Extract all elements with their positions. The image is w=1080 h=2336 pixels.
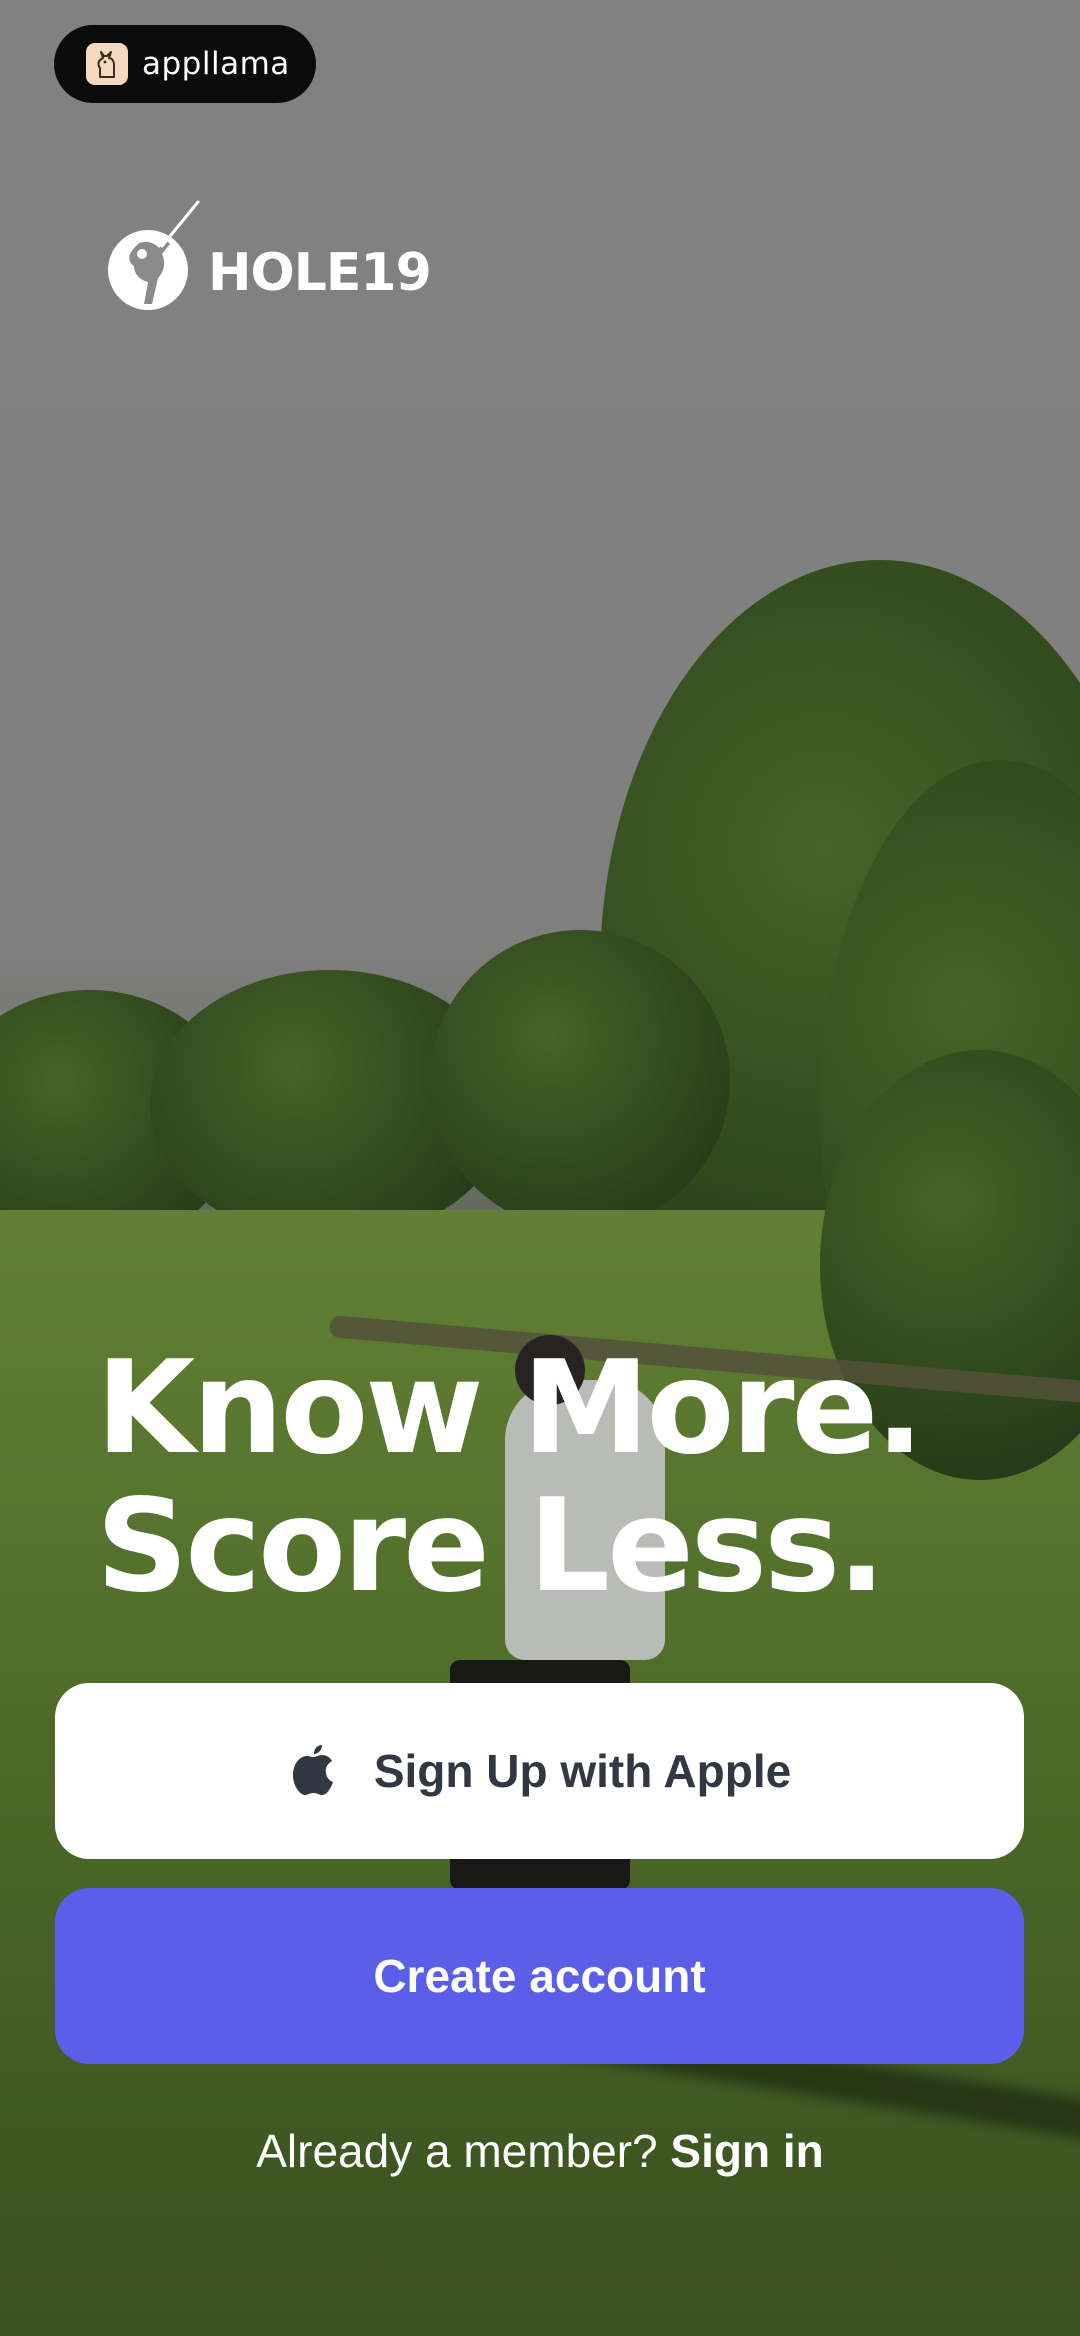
sign-up-with-apple-button[interactable]: Sign Up with Apple xyxy=(55,1683,1024,1859)
appllama-badge: appllama xyxy=(54,25,316,103)
apple-icon xyxy=(292,1745,333,1795)
sign-in-link[interactable]: Sign in xyxy=(670,2125,823,2177)
hero-headline: Know More. Score Less. xyxy=(96,1334,924,1621)
create-account-button[interactable]: Create account xyxy=(55,1888,1024,2064)
headline-line-2: Score Less. xyxy=(96,1472,886,1621)
llama-icon xyxy=(86,43,128,85)
golfer-logo-icon xyxy=(108,200,200,310)
create-account-label: Create account xyxy=(373,1950,706,2002)
apple-button-label: Sign Up with Apple xyxy=(373,1745,792,1797)
welcome-screen: appllama HOLE19 Know More. Score Less. S… xyxy=(0,0,1080,2336)
sign-in-row: Already a member? Sign in xyxy=(0,2124,1080,2178)
brand-logo: HOLE19 xyxy=(104,200,432,315)
brand-name: HOLE19 xyxy=(208,242,432,303)
badge-label: appllama xyxy=(142,46,290,82)
headline-line-1: Know More. xyxy=(96,1334,924,1483)
sign-in-prompt: Already a member? xyxy=(256,2125,658,2177)
